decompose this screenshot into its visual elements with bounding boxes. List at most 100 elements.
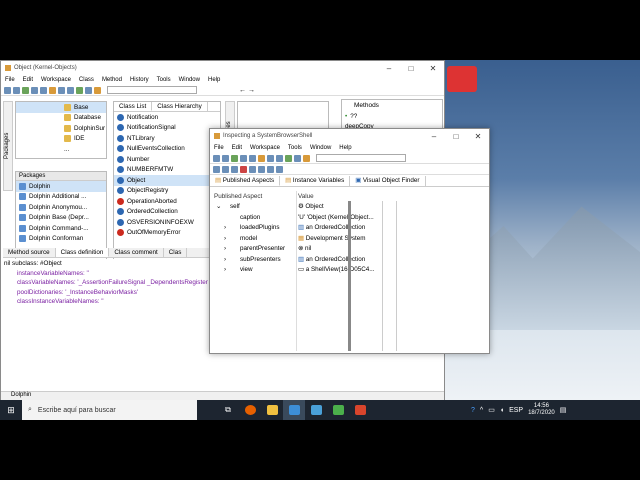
print-icon[interactable] [67,86,74,94]
class-item[interactable]: OrderedCollection [114,207,220,218]
language-indicator[interactable]: ESP [509,407,523,414]
tree-item[interactable]: DolphinSur [16,123,106,134]
tab-published-aspects[interactable]: ▤ Published Aspects [210,176,281,186]
menu-class[interactable]: Class [79,77,94,83]
menu-workspace[interactable]: Workspace [41,77,71,83]
menu-tools[interactable]: Tools [157,77,171,83]
save-icon[interactable] [231,154,238,162]
list-item[interactable]: Dolphin Command-... [16,223,106,234]
new-icon[interactable] [4,86,11,94]
tab-class-comment[interactable]: Class comment [109,248,164,257]
expand-icon[interactable]: › [224,224,240,231]
network-icon[interactable]: ▭ [488,406,495,414]
list-item[interactable]: Dolphin Additional ... [16,192,106,203]
taskbar-explorer[interactable] [261,400,283,420]
run-icon[interactable] [76,86,83,94]
notifications-icon[interactable]: ▤ [560,406,567,414]
undo-icon[interactable] [249,165,256,173]
open-icon[interactable] [222,154,229,162]
code-editor[interactable]: nil subclass: #Object instanceVariableNa… [1,259,211,389]
class-item[interactable]: Notification [114,112,220,123]
debug-icon[interactable] [294,154,301,162]
taskbar-app[interactable] [305,400,327,420]
menu-help[interactable]: Help [339,145,351,151]
cut-icon[interactable] [240,154,247,162]
copy-icon[interactable] [222,165,229,173]
tree-item[interactable]: Database [16,113,106,124]
tree-item[interactable]: Base [16,102,106,113]
splitter[interactable] [348,201,351,351]
class-item[interactable]: OutOfMemoryError [114,228,220,239]
history-forward-icon[interactable]: → [248,87,255,94]
list-item[interactable]: Dolphin Conforman [16,234,106,245]
taskbar-camtasia[interactable] [327,400,349,420]
tree-item[interactable]: ... [16,144,106,155]
delete-icon[interactable] [240,165,247,173]
paste-icon[interactable] [231,165,238,173]
class-item[interactable]: OSVERSIONINFOEXW [114,217,220,228]
menu-edit[interactable]: Edit [23,77,33,83]
search-input[interactable] [316,154,406,162]
menu-edit[interactable]: Edit [232,145,242,151]
browse-icon[interactable] [258,154,265,162]
expand-icon[interactable]: › [224,235,240,242]
expand-icon[interactable]: › [224,266,240,273]
new-icon[interactable] [213,154,220,162]
volume-icon[interactable]: ◖ [500,407,504,414]
cut-icon[interactable] [31,86,38,94]
print-icon[interactable] [276,154,283,162]
tab-method-source[interactable]: Method source [3,248,56,257]
run-icon[interactable] [285,154,292,162]
class-item[interactable]: OperationAborted [114,196,220,207]
menu-window[interactable]: Window [179,77,200,83]
menu-workspace[interactable]: Workspace [250,145,280,151]
maximize-icon[interactable]: □ [400,64,422,73]
menu-window[interactable]: Window [310,145,331,151]
tab-class-definition[interactable]: Class definition [55,248,110,257]
go-icon[interactable] [267,165,274,173]
step-icon[interactable] [258,165,265,173]
list-item[interactable]: Dolphin [16,181,106,192]
class-item[interactable]: ObjectRegistry [114,186,220,197]
tab-packages-vertical[interactable]: Packages [3,101,13,191]
menu-file[interactable]: File [214,145,224,151]
class-item[interactable]: NotificationSignal [114,123,220,134]
browse-icon[interactable] [49,86,56,94]
tab-class-hierarchy[interactable]: Class Hierarchy [152,102,208,111]
close-icon[interactable]: ✕ [467,132,489,141]
collapse-icon[interactable]: ⌄ [216,203,230,210]
taskbar-firefox[interactable] [239,400,261,420]
tray-chevron-icon[interactable]: ^ [480,407,483,414]
help-icon[interactable]: ? [471,407,475,414]
menu-tools[interactable]: Tools [288,145,302,151]
class-item[interactable]: NullEventsCollection [114,144,220,155]
taskbar-app-red[interactable] [349,400,371,420]
method-item[interactable]: •?? [342,111,442,122]
tab-class-more[interactable]: Clas [164,248,188,257]
column-divider[interactable] [296,191,297,351]
debug-icon[interactable] [85,86,92,94]
class-item[interactable]: NTLibrary [114,133,220,144]
list-item[interactable]: Dolphin Anonymou... [16,202,106,213]
find-icon[interactable] [267,154,274,162]
bulb-icon[interactable] [303,154,310,162]
clock[interactable]: 14:56 18/7/2020 [528,403,555,417]
copy-icon[interactable] [40,86,47,94]
tab-instance-variables[interactable]: ▤ Instance Variables [280,176,351,186]
copy-icon[interactable] [249,154,256,162]
class-item[interactable]: Number [114,154,220,165]
maximize-icon[interactable]: □ [445,132,467,141]
cut-icon[interactable] [213,165,220,173]
open-icon[interactable] [13,86,20,94]
tab-class-list[interactable]: Class List [114,102,153,111]
start-button[interactable]: ⊞ [0,400,22,420]
close-icon[interactable]: ✕ [422,64,444,73]
history-back-icon[interactable]: ← [239,87,246,94]
task-view-button[interactable]: ⧉ [217,400,239,420]
menu-history[interactable]: History [130,77,149,83]
expand-icon[interactable]: › [224,245,240,252]
class-item-selected[interactable]: Object [114,175,220,186]
minimize-icon[interactable]: – [423,132,445,141]
class-item[interactable]: NUMBERFMTW [114,165,220,176]
taskbar-dolphin[interactable] [283,400,305,420]
